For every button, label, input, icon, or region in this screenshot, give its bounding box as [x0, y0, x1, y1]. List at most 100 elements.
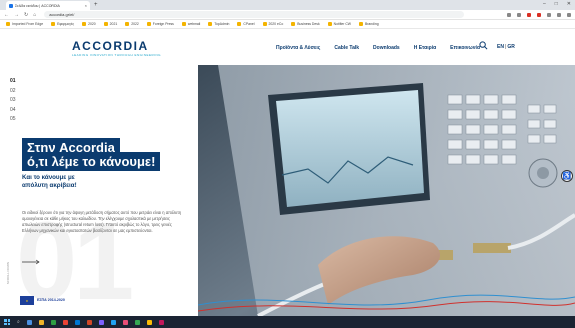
folder-icon: [103, 22, 108, 26]
next-arrow-icon[interactable]: [22, 259, 40, 265]
extension-icon[interactable]: [517, 12, 521, 17]
taskbar-app-icon[interactable]: [98, 319, 104, 325]
taskbar-app-icon[interactable]: [38, 319, 44, 325]
taskbar-app-icon[interactable]: [158, 319, 164, 325]
extension-icon[interactable]: [547, 12, 551, 17]
tab-title: Σελίδα εισόδου | ACCORDIA: [15, 3, 60, 8]
windows-start-icon[interactable]: [4, 319, 10, 325]
bookmark-item[interactable]: 2020 eCo: [262, 22, 284, 26]
espa-logo[interactable]: ★ ΕΣΠΑ 2014-2020: [20, 296, 65, 305]
slide-dot-3[interactable]: 03: [10, 97, 16, 103]
site-header: ACCORDIA LEADING INNOVATION THROUGH ENGI…: [0, 29, 575, 65]
slide-dot-2[interactable]: 02: [10, 88, 16, 94]
browser-tab-bar: Σελίδα εισόδου | ACCORDIA × + – □ ✕: [0, 0, 575, 10]
espa-text: ΕΣΠΑ 2014-2020: [37, 297, 65, 302]
forward-icon[interactable]: →: [14, 12, 19, 18]
menu-item-products[interactable]: Προϊόντα & Λύσεις: [276, 45, 320, 51]
taskbar-app-icon[interactable]: [74, 319, 80, 325]
bookmark-item[interactable]: Business Desk: [291, 22, 320, 26]
lang-gr[interactable]: GR: [507, 44, 515, 50]
maximize-button[interactable]: □: [555, 1, 558, 7]
taskbar-app-icon[interactable]: [26, 319, 32, 325]
scroll-down-label[interactable]: SCROLL DOWN: [6, 262, 10, 284]
extension-icon[interactable]: [507, 12, 511, 17]
reload-icon[interactable]: ↻: [24, 12, 28, 18]
bookmark-label: 2022: [131, 22, 139, 26]
bookmark-label: 2021: [109, 22, 118, 26]
logo-tagline: LEADING INNOVATION THROUGH ENGINEERING: [72, 53, 162, 57]
bookmark-item[interactable]: Notifier CW: [327, 22, 351, 26]
bookmark-item[interactable]: 2020: [82, 22, 96, 26]
tab-favicon-icon: [9, 3, 13, 8]
bookmark-item[interactable]: Foreign Press: [146, 22, 174, 26]
tab-close-icon[interactable]: ×: [85, 3, 87, 8]
bookmark-label: Foreign Press: [152, 22, 174, 26]
site-icon: [327, 22, 332, 26]
bookmark-label: Imported From Edge: [12, 22, 44, 26]
bookmark-label: webmail: [187, 22, 201, 26]
hero-headline-line2: ό,τι λέμε το κάνουμε!: [22, 152, 161, 171]
taskbar-app-icon[interactable]: [134, 319, 140, 325]
browser-tab[interactable]: Σελίδα εισόδου | ACCORDIA ×: [6, 1, 90, 10]
extensions-toolbar: [507, 12, 571, 17]
accessibility-icon[interactable]: ♿: [561, 170, 573, 182]
bookmark-label: TopAdmin: [214, 22, 230, 26]
logo-text: ACCORDIA: [72, 39, 149, 53]
taskbar-app-icon[interactable]: [146, 319, 152, 325]
bookmark-label: 2020 eCo: [268, 22, 284, 26]
profile-icon[interactable]: [557, 12, 561, 17]
hero-subheading: Και το κάνουμε με απόλυτη ακρίβεια!: [22, 174, 77, 189]
bookmark-item[interactable]: Εφαρμογές: [51, 22, 74, 26]
bookmark-label: Branding: [365, 22, 379, 26]
taskbar-app-icon[interactable]: [122, 319, 128, 325]
slide-dot-5[interactable]: 05: [10, 116, 16, 122]
url-field[interactable]: accordia.gr/el/: [44, 11, 465, 18]
slide-pager: 01 02 03 04 05: [10, 78, 16, 122]
eu-flag-icon: ★: [20, 296, 34, 305]
search-icon[interactable]: [479, 41, 488, 50]
bookmark-item[interactable]: CPanel: [237, 22, 255, 26]
bookmark-label: CPanel: [243, 22, 255, 26]
extension-icon[interactable]: [527, 12, 531, 17]
taskbar-app-icon[interactable]: [110, 319, 116, 325]
slide-dot-1[interactable]: 01: [10, 78, 16, 84]
menu-item-downloads[interactable]: Downloads: [373, 45, 400, 51]
taskbar-search-icon[interactable]: ⌕: [17, 319, 20, 325]
bookmark-item[interactable]: webmail: [181, 22, 201, 26]
new-tab-button[interactable]: +: [94, 1, 98, 9]
minimize-button[interactable]: –: [543, 1, 546, 7]
hero-body-text: Οι ειδικοί ξέρουν ότι για την άψογη μετά…: [22, 210, 182, 234]
site-icon: [237, 22, 242, 26]
bookmark-item[interactable]: TopAdmin: [208, 22, 229, 26]
menu-item-company[interactable]: Η Εταιρία: [414, 45, 436, 51]
bookmark-item[interactable]: 2022: [125, 22, 139, 26]
site-icon: [208, 22, 213, 26]
home-icon[interactable]: ⌂: [33, 12, 36, 18]
site-logo[interactable]: ACCORDIA LEADING INNOVATION THROUGH ENGI…: [72, 39, 161, 57]
back-icon[interactable]: ←: [4, 12, 9, 18]
slide-dot-4[interactable]: 04: [10, 107, 16, 113]
close-window-button[interactable]: ✕: [567, 1, 571, 7]
folder-icon: [6, 22, 10, 26]
folder-icon: [262, 22, 267, 26]
menu-item-cable-talk[interactable]: Cable Talk: [334, 45, 359, 51]
main-menu: Προϊόντα & Λύσεις Cable Talk Downloads Η…: [276, 45, 480, 51]
folder-icon: [146, 22, 151, 26]
hero-image: [198, 65, 575, 316]
taskbar-app-icon[interactable]: [86, 319, 92, 325]
address-bar-row: ← → ↻ ⌂ accordia.gr/el/: [0, 10, 575, 20]
language-switcher: EN|GR: [497, 44, 515, 50]
bookmark-item[interactable]: Branding: [359, 22, 379, 26]
lang-en[interactable]: EN: [497, 44, 504, 50]
bookmark-item[interactable]: Imported From Edge: [6, 22, 43, 26]
taskbar-app-icon[interactable]: [50, 319, 56, 325]
taskbar-app-icon[interactable]: [62, 319, 68, 325]
window-controls: – □ ✕: [543, 1, 571, 7]
site-icon: [291, 22, 296, 26]
folder-icon: [82, 22, 87, 26]
menu-item-contact[interactable]: Επικοινωνία: [450, 45, 480, 51]
extension-icon[interactable]: [537, 12, 541, 17]
menu-icon[interactable]: [567, 12, 571, 17]
network-analyzer-photo: [198, 65, 575, 316]
bookmark-item[interactable]: 2021: [103, 22, 118, 26]
